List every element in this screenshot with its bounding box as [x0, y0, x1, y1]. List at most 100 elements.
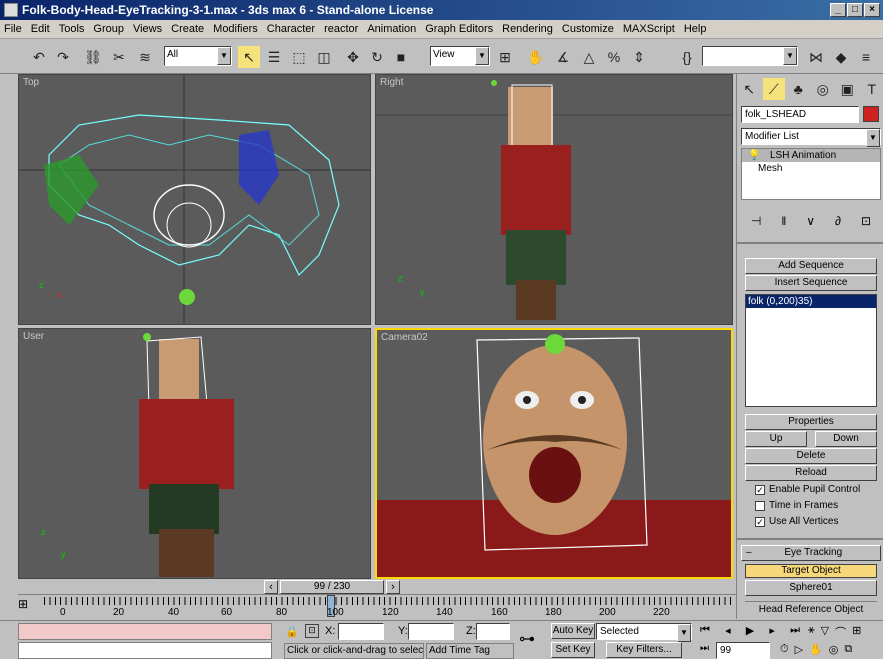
pan-view-icon[interactable]: ✋ — [809, 643, 823, 656]
named-selection-dropdown[interactable]: ▼ — [702, 46, 798, 66]
create-tab-icon[interactable]: ↖ — [738, 78, 760, 100]
select-by-name-icon[interactable]: ☰ — [263, 46, 285, 68]
time-config-icon[interactable]: ⏱ — [780, 643, 789, 656]
time-slider[interactable]: ‹ 99 / 230 › — [18, 580, 736, 594]
zoom-icon[interactable]: ⚹ — [808, 624, 815, 640]
menu-group[interactable]: Group — [93, 23, 124, 35]
frame-indicator[interactable]: 99 / 230 — [280, 580, 384, 594]
maximize-viewport-icon[interactable]: ⧉ — [844, 643, 852, 656]
minimize-button[interactable]: _ — [830, 3, 846, 17]
auto-key-button[interactable]: Auto Key — [551, 623, 595, 639]
select-manipulate-icon[interactable]: ✋ — [525, 46, 547, 68]
play-icon[interactable]: ▶ — [746, 624, 754, 637]
menu-animation[interactable]: Animation — [367, 23, 416, 35]
properties-button[interactable]: Properties — [745, 414, 877, 430]
key-mode-dropdown[interactable]: Selected ▼ — [596, 623, 692, 642]
menu-modifiers[interactable]: Modifiers — [213, 23, 258, 35]
redo-icon[interactable]: ↷ — [52, 46, 74, 68]
hierarchy-tab-icon[interactable]: ♣ — [787, 78, 809, 100]
add-sequence-button[interactable]: Add Sequence — [745, 258, 877, 274]
menu-character[interactable]: Character — [267, 23, 315, 35]
viewport-camera[interactable]: Camera02 — [375, 328, 733, 579]
layer-manager-icon[interactable]: ≡ — [855, 46, 877, 68]
viewport-top[interactable]: Top z x — [18, 74, 371, 325]
coord-z-field[interactable] — [476, 623, 510, 640]
reload-button[interactable]: Reload — [745, 465, 877, 481]
go-to-start-icon[interactable]: ⏮ — [700, 624, 710, 637]
menu-reactor[interactable]: reactor — [324, 23, 358, 35]
menu-edit[interactable]: Edit — [31, 23, 50, 35]
spinner-snap-icon[interactable]: ⇕ — [628, 46, 650, 68]
set-key-button[interactable]: Set Key — [551, 642, 595, 658]
coord-y-field[interactable] — [408, 623, 454, 640]
snap-3d-icon[interactable]: ∡ — [552, 46, 574, 68]
stack-item-lsh-animation[interactable]: 💡 LSH Animation — [742, 149, 880, 162]
angle-snap-icon[interactable]: △ — [578, 46, 600, 68]
maximize-button[interactable]: □ — [847, 3, 863, 17]
motion-tab-icon[interactable]: ◎ — [812, 78, 834, 100]
add-time-tag[interactable]: Add Time Tag — [426, 643, 514, 659]
down-button[interactable]: Down — [815, 431, 877, 447]
menu-rendering[interactable]: Rendering — [502, 23, 553, 35]
modifier-list-dropdown[interactable]: Modifier List ▼ — [741, 128, 881, 147]
prev-key-icon[interactable]: ◂ — [725, 624, 731, 637]
field-of-view-icon[interactable]: ▽ — [821, 624, 829, 640]
absolute-mode-icon[interactable]: ⊡ — [305, 624, 319, 638]
mini-curve-editor-icon[interactable]: ⊞ — [18, 597, 36, 615]
maxscript-listener-white[interactable] — [18, 642, 272, 659]
next-frame-button[interactable]: › — [386, 580, 400, 594]
target-object-button[interactable]: Sphere01 — [745, 580, 877, 596]
window-crossing-icon[interactable]: ◫ — [313, 46, 335, 68]
unlink-icon[interactable]: ✂ — [108, 46, 130, 68]
viewport-right[interactable]: Right z y — [375, 74, 733, 325]
ref-coord-dropdown[interactable]: View ▼ — [430, 46, 490, 66]
select-object-icon[interactable]: ↖ — [238, 46, 260, 68]
viewport-user[interactable]: User z y — [18, 328, 371, 579]
prev-frame-button[interactable]: ‹ — [264, 580, 278, 594]
object-color-swatch[interactable] — [863, 106, 879, 122]
menu-tools[interactable]: Tools — [59, 23, 85, 35]
menu-maxscript[interactable]: MAXScript — [623, 23, 675, 35]
lightbulb-icon[interactable]: 💡 — [748, 150, 760, 161]
use-all-vertices-checkbox[interactable]: ✓ Use All Vertices — [755, 516, 838, 527]
edit-named-selection-icon[interactable]: {} — [676, 46, 698, 68]
utilities-tab-icon[interactable]: T — [861, 78, 883, 100]
menu-help[interactable]: Help — [684, 23, 707, 35]
key-icon[interactable]: ⊶ — [519, 629, 535, 649]
go-to-end-icon[interactable]: ⏭ — [790, 624, 800, 637]
select-link-icon[interactable]: ⛓ — [82, 46, 104, 68]
zoom-all-icon[interactable]: ⊞ — [852, 624, 861, 640]
bind-spacewarp-icon[interactable]: ≋ — [134, 46, 156, 68]
selection-filter-dropdown[interactable]: All ▼ — [164, 46, 232, 66]
percent-snap-icon[interactable]: % — [603, 46, 625, 68]
up-button[interactable]: Up — [745, 431, 807, 447]
menu-file[interactable]: File — [4, 23, 22, 35]
align-icon[interactable]: ◆ — [830, 46, 852, 68]
configure-sets-icon[interactable]: ⊡ — [861, 214, 871, 234]
region-select-icon[interactable]: ⬚ — [288, 46, 310, 68]
orbit-icon[interactable]: ⌒ — [835, 624, 846, 640]
list-item[interactable]: folk (0,200)35) — [746, 295, 876, 308]
sequence-list[interactable]: folk (0,200)35) — [745, 294, 877, 407]
undo-icon[interactable]: ↶ — [28, 46, 50, 68]
maxscript-listener-pink[interactable] — [18, 623, 272, 640]
time-in-frames-checkbox[interactable]: Time in Frames — [755, 500, 838, 511]
modify-tab-icon[interactable]: ⟋ — [762, 78, 785, 100]
enable-pupil-checkbox[interactable]: ✓ Enable Pupil Control — [755, 484, 860, 495]
show-end-result-icon[interactable]: ‖ — [781, 214, 786, 234]
key-filters-button[interactable]: Key Filters... — [606, 642, 682, 658]
menu-create[interactable]: Create — [171, 23, 204, 35]
pivot-icon[interactable]: ⊞ — [494, 46, 516, 68]
menu-graph-editors[interactable]: Graph Editors — [425, 23, 493, 35]
eye-tracking-rollout[interactable]: – Eye Tracking — [741, 545, 881, 561]
mirror-icon[interactable]: ⋈ — [805, 46, 827, 68]
remove-modifier-icon[interactable]: ∂ — [835, 214, 841, 234]
key-mode-toggle-icon[interactable]: ⏭ — [700, 643, 709, 654]
lock-icon[interactable]: 🔒 — [285, 625, 299, 638]
track-bar[interactable]: ⊞ 0 20 40 60 80 100 120 140 160 180 200 … — [18, 594, 736, 620]
stack-item-mesh[interactable]: Mesh — [742, 162, 880, 175]
walk-through-icon[interactable]: ▷ — [795, 643, 803, 656]
delete-button[interactable]: Delete — [745, 448, 877, 464]
current-frame-field[interactable]: 99 — [716, 642, 770, 659]
arc-rotate-icon[interactable]: ◎ — [829, 643, 839, 656]
